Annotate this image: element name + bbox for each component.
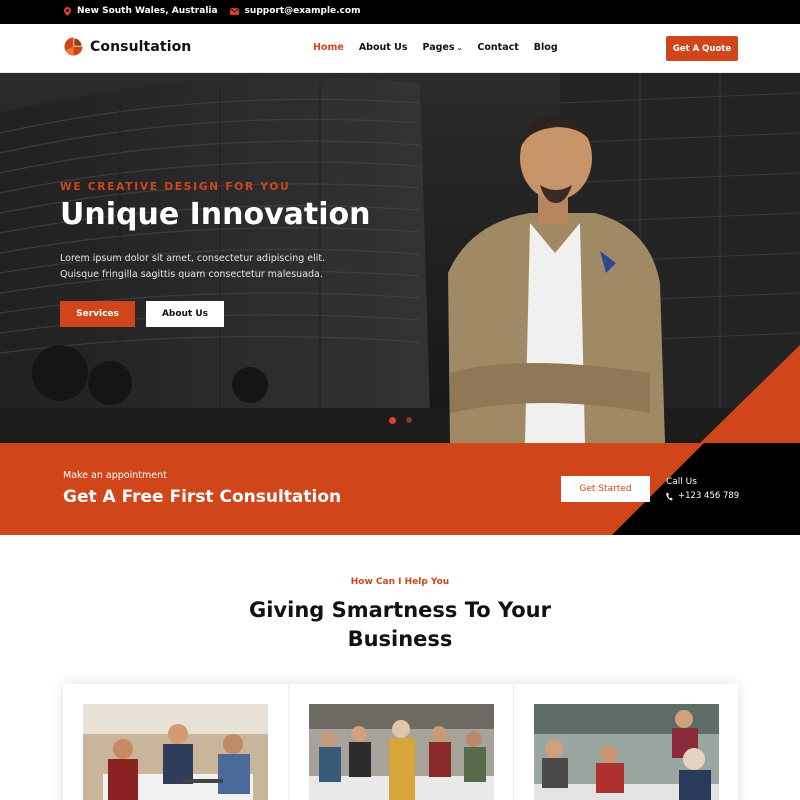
phone-number[interactable]: +123 456 789 — [666, 491, 739, 501]
site-header: Consultation Home About Us Pages ⌄ Contac… — [0, 24, 800, 73]
section-tag: How Can I Help You — [350, 577, 450, 587]
nav-pages[interactable]: Pages ⌄ — [423, 42, 463, 53]
hero-description: Lorem ipsum dolor sit amet, consectetur … — [60, 253, 326, 280]
get-started-button[interactable]: Get Started — [561, 476, 650, 502]
phone-text: +123 456 789 — [678, 491, 740, 501]
nav-home[interactable]: Home — [313, 42, 344, 53]
nav-about[interactable]: About Us — [359, 42, 408, 53]
slider-dot[interactable] — [406, 417, 412, 423]
nav-contact[interactable]: Contact — [477, 42, 518, 53]
hero-title: Unique Innovation — [60, 197, 371, 232]
slider-dot-active[interactable] — [389, 417, 396, 424]
service-cards — [63, 684, 738, 800]
main-nav: Home About Us Pages ⌄ Contact Blog — [313, 42, 558, 53]
brand-name: Consultation — [90, 38, 192, 55]
services-button[interactable]: Services — [60, 301, 135, 327]
appointment-label: Make an appointment — [63, 470, 167, 481]
email-link[interactable]: support@example.com — [245, 6, 361, 16]
service-card[interactable] — [288, 684, 513, 800]
section-title: Giving Smartness To Your Business — [249, 598, 551, 651]
logo[interactable]: Consultation — [64, 37, 191, 56]
team-meeting-image — [83, 704, 268, 800]
email-icon — [229, 7, 239, 15]
top-bar: New South Wales, Australia support@examp… — [0, 0, 800, 24]
get-quote-button[interactable]: Get A Quote — [666, 36, 738, 61]
nav-pages-label: Pages — [422, 42, 455, 53]
hero-tagline: WE CREATIVE DESIGN FOR YOU — [60, 181, 291, 193]
location-text: New South Wales, Australia — [77, 6, 218, 16]
hero-slider: WE CREATIVE DESIGN FOR YOU Unique Innova… — [0, 73, 800, 443]
presentation-image — [309, 704, 494, 800]
location-pin-icon — [64, 6, 71, 16]
contact-info: New South Wales, Australia support@examp… — [64, 6, 360, 16]
service-card[interactable] — [513, 684, 738, 800]
about-us-button[interactable]: About Us — [146, 301, 224, 327]
service-card[interactable] — [63, 684, 288, 800]
chevron-down-icon: ⌄ — [456, 44, 463, 52]
appointment-banner: Make an appointment Get A Free First Con… — [0, 443, 800, 535]
nav-blog[interactable]: Blog — [534, 42, 558, 53]
pie-logo-icon — [64, 37, 83, 56]
appointment-headline: Get A Free First Consultation — [63, 487, 342, 507]
phone-icon — [666, 492, 673, 500]
group-discussion-image — [534, 704, 719, 800]
call-us-label: Call Us — [666, 477, 697, 487]
